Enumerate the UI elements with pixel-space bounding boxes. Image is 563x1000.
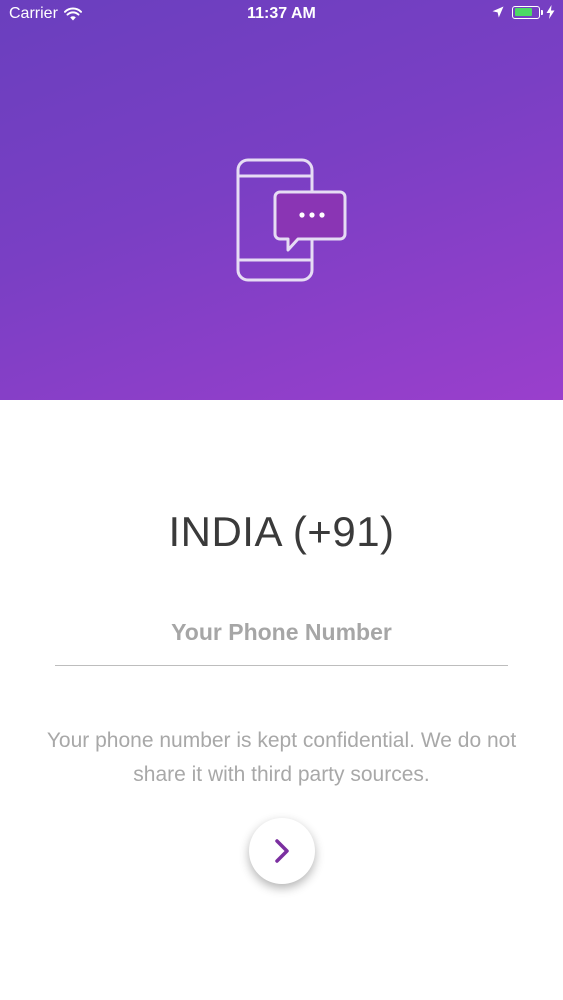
country-code-selector[interactable]: INDIA (+91) [0, 508, 563, 556]
battery-level [514, 8, 533, 16]
next-button[interactable] [249, 818, 315, 884]
location-arrow-icon [492, 6, 504, 18]
privacy-notice: Your phone number is kept confidential. … [46, 729, 517, 786]
chevron-right-icon [275, 839, 289, 863]
hero-banner: Carrier 11:37 AM [0, 0, 563, 400]
phone-number-input[interactable] [55, 600, 508, 666]
status-right-group [492, 5, 555, 19]
battery-icon [512, 5, 543, 19]
status-time: 11:37 AM [247, 5, 316, 22]
status-bar: Carrier 11:37 AM [0, 0, 563, 30]
phone-chat-icon [236, 158, 347, 282]
battery-cap [541, 9, 543, 15]
charging-bolt-icon [546, 5, 555, 19]
